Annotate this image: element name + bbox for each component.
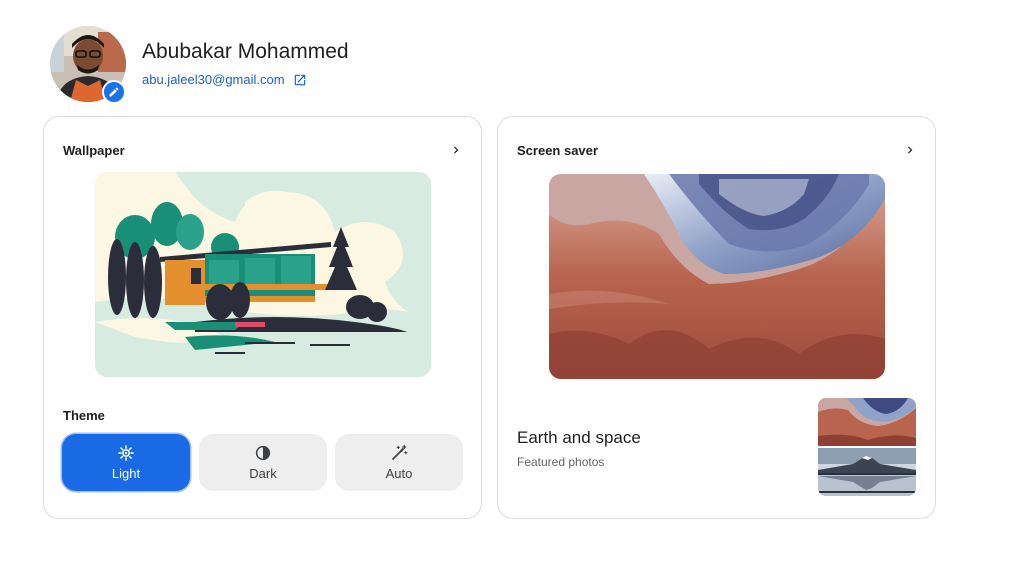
theme-light-label: Light xyxy=(111,466,141,481)
screensaver-card: Screen saver Earth and space Featured ph… xyxy=(497,116,936,519)
edit-avatar-button[interactable] xyxy=(102,80,126,104)
album-thumbnail xyxy=(818,448,916,496)
screensaver-title: Screen saver xyxy=(517,142,598,158)
contrast-icon xyxy=(255,445,271,461)
screensaver-header[interactable]: Screen saver xyxy=(517,139,917,161)
wallpaper-preview[interactable] xyxy=(95,172,431,377)
album-title: Earth and space xyxy=(517,428,641,447)
open-in-new-icon[interactable] xyxy=(293,73,307,87)
profile-name: Abubakar Mohammed xyxy=(142,40,349,63)
album-thumbnails[interactable] xyxy=(818,398,916,496)
chevron-right-icon[interactable] xyxy=(449,143,463,157)
profile-email[interactable]: abu.jaleel30@gmail.com xyxy=(142,72,285,87)
theme-auto-label: Auto xyxy=(385,466,413,481)
screensaver-preview[interactable] xyxy=(549,174,885,379)
sun-icon xyxy=(118,445,134,461)
profile-email-row[interactable]: abu.jaleel30@gmail.com xyxy=(142,72,307,87)
wallpaper-card: Wallpaper Theme Light Dark Auto xyxy=(43,116,482,519)
theme-dark-button[interactable]: Dark xyxy=(199,434,327,491)
theme-light-button[interactable]: Light xyxy=(62,434,190,491)
wallpaper-header[interactable]: Wallpaper xyxy=(63,139,463,161)
theme-label: Theme xyxy=(63,408,105,423)
album-thumbnail xyxy=(818,398,916,446)
profile-header: Abubakar Mohammed abu.jaleel30@gmail.com xyxy=(50,26,650,104)
wallpaper-title: Wallpaper xyxy=(63,142,125,158)
theme-auto-button[interactable]: Auto xyxy=(335,434,463,491)
album-subtitle: Featured photos xyxy=(517,455,605,469)
pencil-icon xyxy=(109,87,119,97)
magic-wand-icon xyxy=(392,444,408,460)
chevron-right-icon[interactable] xyxy=(903,143,917,157)
theme-dark-label: Dark xyxy=(249,466,277,481)
